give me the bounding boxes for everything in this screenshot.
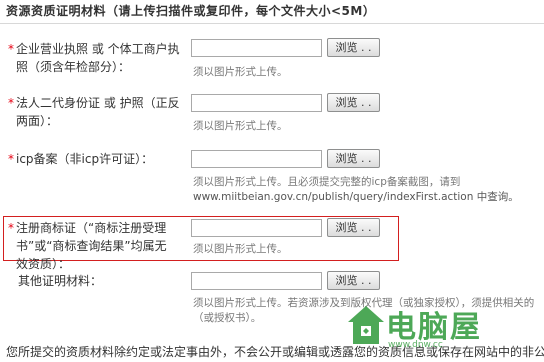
icp-record-file-input[interactable] bbox=[191, 150, 322, 168]
house-logo-icon bbox=[348, 306, 384, 344]
business-license-file-input[interactable] bbox=[191, 39, 322, 57]
icp-query-link[interactable]: www.miitbeian.gov.cn/publish/query/index… bbox=[193, 191, 519, 203]
required-mark: * bbox=[8, 42, 14, 56]
title-divider bbox=[0, 23, 544, 24]
other-materials-label: 其他证明材料： bbox=[8, 272, 200, 290]
upload-hint: 须以图片形式上传。 bbox=[193, 120, 288, 132]
icp-record-browse-button[interactable]: 浏览 . . bbox=[327, 149, 380, 168]
upload-hint: 须以图片形式上传。 bbox=[193, 66, 288, 78]
trademark-file-input[interactable] bbox=[191, 219, 322, 237]
upload-hint-continued: （或授权书）。 bbox=[193, 312, 262, 324]
required-mark: * bbox=[8, 96, 14, 110]
label-text: 效资质）： bbox=[16, 257, 71, 271]
watermark-url: www.dnw.cc bbox=[388, 340, 443, 350]
business-license-browse-button[interactable]: 浏览 . . bbox=[327, 38, 380, 57]
icp-record-label: * icp备案（非icp许可证）： bbox=[8, 150, 190, 168]
upload-hint: 须以图片形式上传。且必须提交完整的icp备案截图，请到 bbox=[193, 176, 461, 188]
label-text: 法人二代身份证 或 护照（正反 bbox=[16, 96, 180, 110]
icp-query-link-text: www.miitbeian.gov.cn/publish/query/index… bbox=[193, 190, 519, 205]
label-text: icp备案（非icp许可证）： bbox=[16, 152, 154, 166]
upload-hint: 须以图片形式上传。 bbox=[193, 243, 288, 255]
label-text: 企业营业执照 或 个体工商户执 bbox=[16, 42, 180, 56]
label-text: 注册商标证（“商标注册受理 bbox=[16, 221, 167, 235]
other-materials-browse-button[interactable]: 浏览 . . bbox=[327, 271, 380, 290]
required-mark: * bbox=[8, 221, 14, 235]
other-materials-file-input[interactable] bbox=[191, 272, 322, 290]
trademark-browse-button[interactable]: 浏览 . . bbox=[327, 218, 380, 237]
label-text: 其他证明材料： bbox=[18, 274, 103, 288]
business-license-label: * 企业营业执照 或 个体工商户执 照（须含年检部分）： bbox=[8, 40, 190, 76]
trademark-label: * 注册商标证（“商标注册受理 书”或“商标查询结果”均属无 效资质）： bbox=[8, 219, 190, 273]
label-text: 书”或“商标查询结果”均属无 bbox=[16, 239, 167, 253]
id-passport-file-input[interactable] bbox=[191, 94, 322, 112]
site-watermark: 电脑屋 www.dnw.cc bbox=[346, 300, 544, 358]
id-passport-label: * 法人二代身份证 或 护照（正反 两面）： bbox=[8, 94, 190, 130]
section-title: 资源资质证明材料（请上传扫描件或复印件，每个文件大小<5M） bbox=[6, 4, 376, 18]
label-text: 两面）： bbox=[16, 114, 59, 128]
id-passport-browse-button[interactable]: 浏览 . . bbox=[327, 93, 380, 112]
label-text: 照（须含年检部分）： bbox=[16, 60, 131, 74]
required-mark: * bbox=[8, 152, 14, 166]
